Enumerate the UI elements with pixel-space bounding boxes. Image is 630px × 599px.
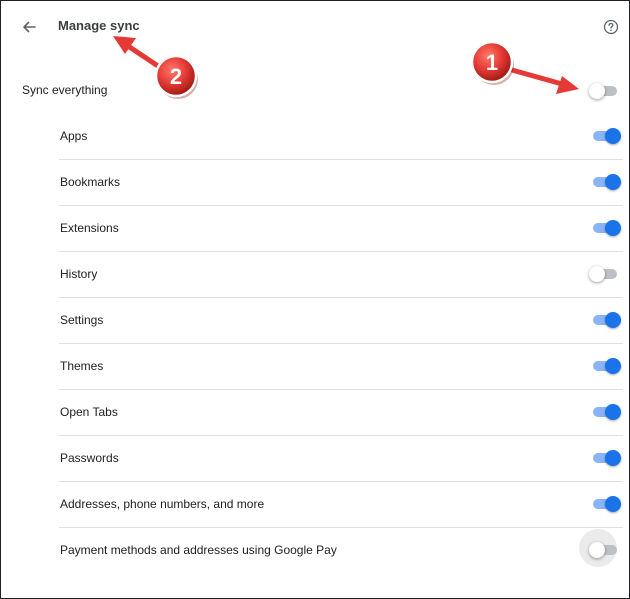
sync-item-passwords: Passwords [59, 435, 623, 481]
settings-toggle[interactable] [591, 312, 621, 328]
sync-item-addresses: Addresses, phone numbers, and more [59, 481, 623, 527]
payment-methods-toggle[interactable] [589, 542, 619, 558]
open-tabs-toggle[interactable] [591, 404, 621, 420]
passwords-toggle[interactable] [591, 450, 621, 466]
history-toggle[interactable] [589, 266, 619, 282]
sync-item-history: History [59, 251, 623, 297]
settings-panel: Manage sync Sync everything Apps Bookmar… [0, 0, 630, 599]
sync-item-bookmarks: Bookmarks [59, 159, 623, 205]
item-label: Extensions [60, 221, 119, 235]
item-label: Payment methods and addresses using Goog… [60, 543, 337, 557]
sync-item-themes: Themes [59, 343, 623, 389]
sync-item-extensions: Extensions [59, 205, 623, 251]
help-button[interactable] [599, 15, 623, 39]
item-label: Themes [60, 359, 104, 373]
page-header: Manage sync [1, 1, 629, 53]
sync-everything-row: Sync everything [1, 69, 629, 113]
themes-toggle[interactable] [591, 358, 621, 374]
page-title: Manage sync [58, 18, 140, 33]
sync-everything-toggle[interactable] [589, 83, 619, 99]
back-button[interactable] [17, 15, 41, 39]
bookmarks-toggle[interactable] [591, 174, 621, 190]
sync-item-payment-methods: Payment methods and addresses using Goog… [59, 527, 623, 573]
apps-toggle[interactable] [591, 128, 621, 144]
item-label: Settings [60, 313, 104, 327]
sync-item-apps: Apps [59, 114, 623, 160]
sync-item-open-tabs: Open Tabs [59, 389, 623, 435]
item-label: Passwords [60, 451, 119, 465]
item-label: Apps [60, 129, 88, 143]
extensions-toggle[interactable] [591, 220, 621, 236]
item-label: Addresses, phone numbers, and more [60, 497, 265, 511]
item-label: Open Tabs [60, 405, 118, 419]
sync-everything-label: Sync everything [22, 83, 108, 97]
item-label: History [60, 267, 98, 281]
addresses-toggle[interactable] [591, 496, 621, 512]
help-icon [603, 19, 619, 35]
item-label: Bookmarks [60, 175, 121, 189]
sync-item-settings: Settings [59, 297, 623, 343]
arrow-back-icon [23, 21, 36, 33]
